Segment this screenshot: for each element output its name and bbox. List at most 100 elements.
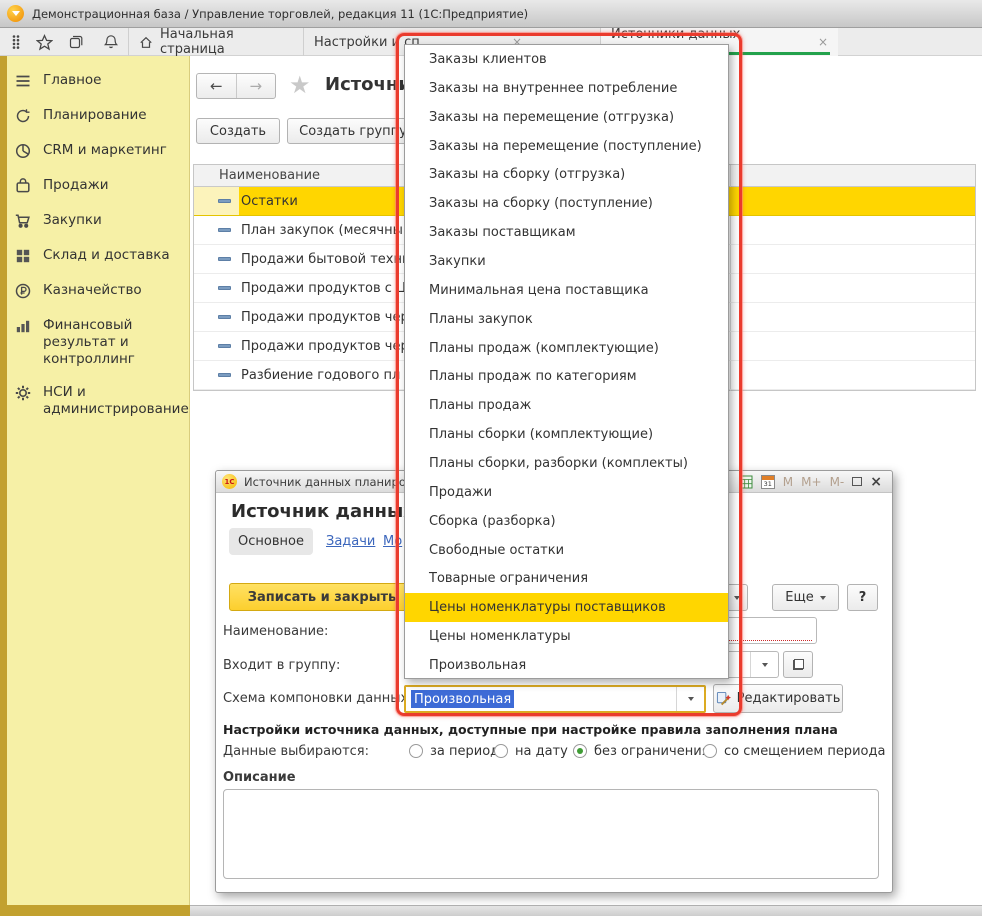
dropdown-item[interactable]: Заказы на сборку (поступление)	[405, 189, 728, 218]
dropdown-item[interactable]: Планы продаж по категориям	[405, 362, 728, 391]
tab-home[interactable]: Начальная страница	[129, 28, 303, 56]
dropdown-item[interactable]: Планы продаж (комплектующие)	[405, 334, 728, 363]
dropdown-item[interactable]: Заказы клиентов	[405, 45, 728, 74]
menu-icon	[14, 72, 32, 90]
dropdown-item[interactable]: Планы сборки (комплектующие)	[405, 420, 728, 449]
dropdown-item[interactable]: Закупки	[405, 247, 728, 276]
sidebar-item-main[interactable]: Главное	[7, 64, 189, 99]
radio-no-limit[interactable]: без ограничения	[573, 741, 709, 761]
sidebar-item-label: Склад и доставка	[43, 247, 170, 264]
radio-period[interactable]: за период	[409, 741, 499, 761]
1c-badge-icon: 1С	[222, 474, 237, 489]
radio-icon	[409, 744, 423, 758]
back-button[interactable]: ←	[197, 74, 237, 98]
help-button-label: ?	[859, 590, 867, 605]
dropdown-item[interactable]: Заказы на перемещение (отгрузка)	[405, 103, 728, 132]
sidebar-item-label: Закупки	[43, 212, 102, 229]
app-window: Демонстрационная база / Управление торго…	[0, 0, 982, 916]
schema-combobox[interactable]: Произвольная	[404, 685, 706, 713]
bag-icon	[14, 177, 32, 195]
dialog-tab-main-label: Основное	[238, 534, 304, 549]
m-button[interactable]: М	[783, 475, 793, 489]
item-dash-icon	[218, 199, 231, 203]
notifications-bell-icon[interactable]	[99, 31, 123, 53]
save-and-close-button[interactable]: Записать и закрыть	[229, 583, 415, 611]
edit-button[interactable]: Редактировать	[713, 684, 843, 713]
row-label: Продажи продуктов с Ц	[241, 281, 406, 296]
1c-service-menu-icon[interactable]	[7, 5, 24, 22]
sidebar-item-warehouse[interactable]: Склад и доставка	[7, 239, 189, 274]
apps-menu-icon[interactable]	[4, 31, 28, 53]
boxes-grid-icon	[14, 247, 32, 265]
help-button[interactable]: ?	[847, 584, 878, 611]
save-and-close-label: Записать и закрыть	[248, 590, 396, 605]
calendar-icon[interactable]: 31	[761, 475, 775, 489]
sidebar-item-crm[interactable]: CRM и маркетинг	[7, 134, 189, 169]
dropdown-item[interactable]: Продажи	[405, 478, 728, 507]
group-open-button[interactable]	[783, 651, 813, 678]
group-dropdown-button[interactable]	[750, 652, 778, 677]
more-button[interactable]: Еще	[772, 584, 839, 611]
dropdown-item[interactable]: Свободные остатки	[405, 536, 728, 565]
description-label: Описание	[223, 770, 296, 785]
column-header-name: Наименование	[219, 168, 320, 183]
dropdown-item[interactable]: Заказы на внутреннее потребление	[405, 74, 728, 103]
schema-dropdown-button[interactable]	[676, 687, 704, 711]
sidebar-item-finance[interactable]: Финансовый результат и контроллинг	[7, 309, 182, 376]
radio-date[interactable]: на дату	[494, 741, 568, 761]
item-dash-icon	[218, 286, 231, 290]
sections-sidebar: Главное Планирование CRM и маркетинг Про…	[7, 56, 190, 905]
dialog-close-icon[interactable]: ×	[870, 474, 882, 490]
dialog-tab-tasks[interactable]: Задачи	[326, 534, 375, 549]
list-form-title: Источни	[325, 74, 411, 95]
tab-sources-close-icon[interactable]: ×	[818, 35, 828, 49]
m-minus-button[interactable]: М-	[830, 475, 845, 489]
dialog-tab-main[interactable]: Основное	[229, 528, 313, 555]
dialog-tab-my[interactable]: Мо	[383, 534, 402, 549]
dropdown-item[interactable]: Заказы поставщикам	[405, 218, 728, 247]
dropdown-item[interactable]: Заказы на сборку (отгрузка)	[405, 160, 728, 189]
chevron-down-icon	[688, 697, 694, 701]
calculator-icon[interactable]	[740, 475, 753, 489]
dropdown-item[interactable]: Произвольная	[405, 651, 728, 680]
dropdown-item[interactable]: Планы закупок	[405, 305, 728, 334]
sidebar-item-admin[interactable]: НСИ и администрирование	[7, 376, 182, 426]
open-window-icon	[793, 659, 804, 670]
magic-wand-icon	[716, 691, 731, 706]
data-select-label: Данные выбираются:	[223, 744, 369, 759]
row-label: Остатки	[241, 194, 298, 209]
dropdown-item[interactable]: Заказы на перемещение (поступление)	[405, 132, 728, 161]
gear-icon	[14, 384, 32, 402]
favorites-star-icon[interactable]	[32, 31, 56, 53]
description-textarea[interactable]	[223, 789, 879, 879]
dropdown-item[interactable]: Планы сборки, разборки (комплекты)	[405, 449, 728, 478]
dropdown-item[interactable]: Товарные ограничения	[405, 564, 728, 593]
sidebar-item-planning[interactable]: Планирование	[7, 99, 189, 134]
radio-icon	[494, 744, 508, 758]
create-button[interactable]: Создать	[196, 118, 280, 144]
favorite-star-icon[interactable]: ★	[289, 71, 311, 99]
history-icon[interactable]	[64, 31, 88, 53]
sidebar-item-purchases[interactable]: Закупки	[7, 204, 189, 239]
sidebar-item-label: Казначейство	[43, 282, 142, 299]
schema-selected-value: Произвольная	[411, 690, 514, 708]
dropdown-item[interactable]: Цены номенклатуры	[405, 622, 728, 651]
window-frame-bottom	[0, 905, 190, 916]
dropdown-item[interactable]: Сборка (разборка)	[405, 507, 728, 536]
sidebar-item-treasury[interactable]: Казначейство	[7, 274, 189, 309]
forward-button[interactable]: →	[237, 74, 276, 98]
m-plus-button[interactable]: М+	[801, 475, 821, 489]
row-selection-cell	[194, 187, 239, 215]
dropdown-item[interactable]: Планы продаж	[405, 391, 728, 420]
radio-period-shift[interactable]: со смещением периода	[703, 741, 885, 761]
settings-heading: Настройки источника данных, доступные пр…	[223, 722, 838, 737]
dropdown-item[interactable]: Минимальная цена поставщика	[405, 276, 728, 305]
create-group-button[interactable]: Создать группу	[287, 118, 419, 144]
sidebar-item-sales[interactable]: Продажи	[7, 169, 189, 204]
dropdown-item-highlighted[interactable]: Цены номенклатуры поставщиков	[405, 593, 728, 622]
radio-label: на дату	[515, 744, 568, 759]
row-label: Продажи бытовой техни	[241, 252, 410, 267]
radio-icon	[703, 744, 717, 758]
maximize-icon[interactable]	[852, 477, 862, 486]
radio-selected-icon	[573, 744, 587, 758]
